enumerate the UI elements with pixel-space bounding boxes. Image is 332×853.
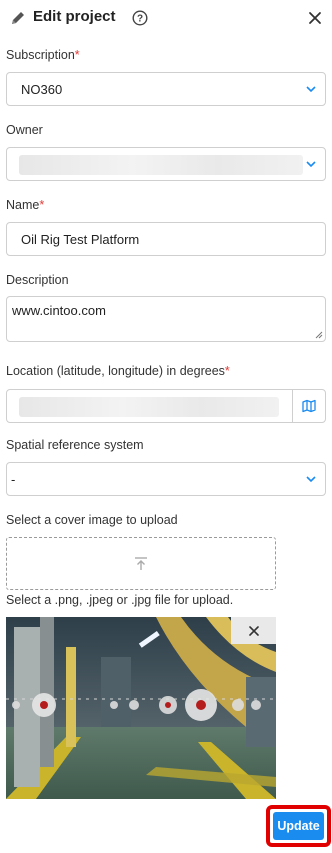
dialog-title: Edit project	[33, 8, 116, 25]
chevron-down-icon	[306, 161, 316, 168]
srs-value: -	[11, 471, 16, 487]
location-value-redacted	[19, 397, 279, 417]
remove-image-button[interactable]	[231, 617, 276, 644]
description-textarea[interactable]: www.cintoo.com	[6, 296, 326, 342]
description-label: Description	[6, 273, 69, 287]
subscription-select[interactable]: NO360	[6, 72, 326, 106]
close-icon	[248, 625, 259, 636]
chevron-down-icon	[306, 476, 316, 483]
svg-text:?: ?	[137, 14, 143, 25]
name-label: Name*	[6, 198, 45, 212]
subscription-value: NO360	[21, 81, 63, 97]
srs-label: Spatial reference system	[6, 438, 144, 452]
close-icon[interactable]	[306, 9, 324, 27]
pencil-icon	[12, 12, 24, 24]
map-picker-button[interactable]	[292, 389, 326, 423]
subscription-label: Subscription*	[6, 48, 80, 62]
dialog-header: Edit project ?	[0, 0, 332, 36]
location-input[interactable]	[6, 389, 293, 423]
name-input[interactable]: Oil Rig Test Platform	[6, 222, 326, 256]
question-circle-icon[interactable]: ?	[132, 10, 148, 26]
cover-image-preview	[6, 617, 276, 799]
cover-upload-dropzone[interactable]	[6, 537, 276, 590]
location-label: Location (latitude, longitude) in degree…	[6, 364, 230, 378]
map-icon	[302, 399, 316, 413]
update-button[interactable]: Update	[273, 812, 324, 840]
name-value: Oil Rig Test Platform	[21, 231, 140, 247]
owner-value-redacted	[19, 155, 303, 175]
description-value: www.cintoo.com	[12, 303, 106, 318]
cover-hint: Select a .png, .jpeg or .jpg file for up…	[6, 593, 234, 607]
resize-handle-icon[interactable]	[315, 331, 323, 339]
upload-icon	[135, 556, 147, 570]
update-button-highlight: Update	[266, 805, 331, 847]
owner-select[interactable]	[6, 147, 326, 181]
owner-label: Owner	[6, 123, 43, 137]
chevron-down-icon	[306, 86, 316, 93]
cover-label: Select a cover image to upload	[6, 513, 178, 527]
srs-select[interactable]: -	[6, 462, 326, 496]
